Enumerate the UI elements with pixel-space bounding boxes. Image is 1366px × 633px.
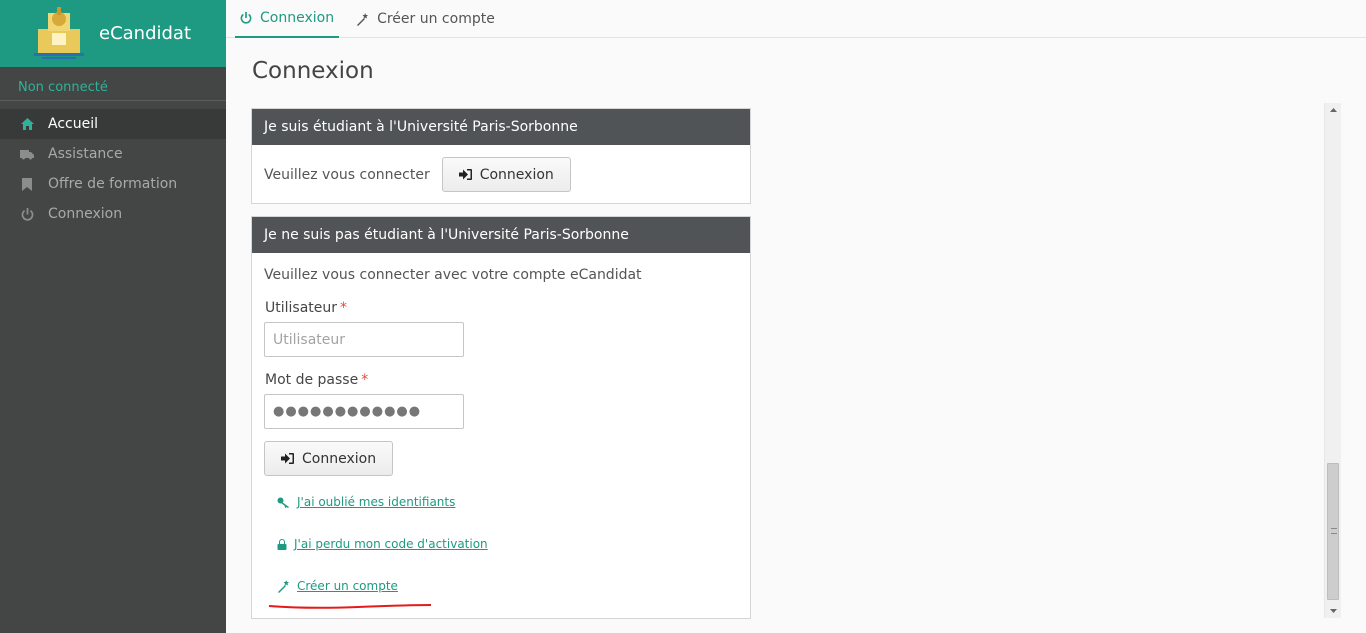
sidebar-item-label: Accueil — [48, 116, 98, 132]
required-marker: * — [340, 300, 348, 316]
link-label: J'ai oublié mes identifiants — [297, 495, 456, 509]
sidebar-item-accueil[interactable]: Accueil — [0, 109, 226, 139]
lost-activation-code-link[interactable]: J'ai perdu mon code d'activation — [277, 537, 750, 551]
red-annotation-underline — [268, 604, 432, 609]
account-connexion-button[interactable]: Connexion — [264, 441, 394, 476]
student-login-row: Veuillez vous connecter Connexion — [252, 145, 750, 204]
user-status-label: Non connecté — [18, 80, 108, 95]
username-input[interactable] — [264, 322, 464, 357]
forgot-credentials-link[interactable]: J'ai oublié mes identifiants — [277, 495, 750, 509]
account-login-intro: Veuillez vous connecter avec votre compt… — [264, 267, 642, 283]
panel-header: Je ne suis pas étudiant à l'Université P… — [252, 217, 750, 253]
scroll-down-arrow-icon[interactable] — [1325, 604, 1342, 618]
sidebar-item-label: Connexion — [48, 206, 123, 222]
sidebar-item-offre-de-formation[interactable]: Offre de formation — [0, 169, 226, 199]
home-icon — [20, 117, 34, 131]
user-status: Non connecté — [0, 67, 226, 101]
panel-header-title: Je suis étudiant à l'Université Paris-So… — [264, 119, 578, 135]
vertical-scrollbar[interactable] — [1324, 103, 1341, 618]
top-tabs: Connexion Créer un compte — [226, 0, 1366, 38]
sidebar-item-label: Assistance — [48, 146, 123, 162]
password-label: Mot de passe * — [265, 372, 750, 388]
magic-wand-icon — [277, 579, 290, 593]
page-title: Connexion — [252, 58, 374, 84]
scrollbar-grip — [1331, 528, 1337, 534]
required-marker: * — [361, 372, 369, 388]
link-label: J'ai perdu mon code d'activation — [294, 537, 488, 551]
magic-wand-icon — [356, 12, 369, 26]
sidebar-item-assistance[interactable]: Assistance — [0, 139, 226, 169]
lock-icon — [277, 538, 287, 550]
sidebar-item-connexion[interactable]: Connexion — [0, 199, 226, 229]
button-label: Connexion — [302, 450, 377, 467]
password-label-text: Mot de passe — [265, 372, 359, 388]
panel-header-title: Je ne suis pas étudiant à l'Université P… — [264, 227, 629, 243]
ambulance-icon — [20, 147, 34, 161]
account-connexion-wrap: Connexion — [264, 441, 750, 476]
tab-label: Connexion — [260, 10, 335, 26]
password-input[interactable]: ●●●●●●●●●●●● — [264, 394, 464, 429]
university-logo[interactable] — [24, 5, 94, 63]
tab-creer-un-compte[interactable]: Créer un compte — [351, 0, 500, 38]
button-label: Connexion — [479, 166, 554, 183]
sidebar-menu: Accueil Assistance Offre de formation Co… — [0, 109, 226, 229]
panel-header: Je suis étudiant à l'Université Paris-So… — [252, 109, 750, 145]
power-icon — [20, 207, 34, 221]
tab-connexion[interactable]: Connexion — [235, 0, 340, 38]
student-login-prompt: Veuillez vous connecter — [264, 166, 430, 183]
sidebar-item-label: Offre de formation — [48, 176, 178, 192]
password-group: Mot de passe * ●●●●●●●●●●●● — [252, 372, 750, 429]
app-name: eCandidat — [99, 23, 192, 44]
scrollbar-thumb[interactable] — [1327, 463, 1339, 600]
brand-header: eCandidat — [0, 0, 226, 67]
username-group: Utilisateur * — [252, 300, 750, 357]
sidebar: eCandidat Non connecté Accueil Assistanc… — [0, 0, 226, 633]
account-login-panel: Je ne suis pas étudiant à l'Université P… — [251, 216, 751, 619]
username-label-text: Utilisateur — [265, 300, 338, 316]
student-connexion-button[interactable]: Connexion — [441, 157, 571, 192]
sign-in-icon — [281, 453, 294, 464]
sign-in-icon — [458, 169, 472, 180]
scroll-up-arrow-icon[interactable] — [1325, 103, 1342, 117]
key-icon — [277, 497, 290, 508]
create-account-link[interactable]: Créer un compte — [277, 579, 750, 593]
tab-label: Créer un compte — [377, 11, 495, 27]
link-label: Créer un compte — [297, 579, 398, 593]
bookmark-icon — [20, 177, 34, 191]
username-label: Utilisateur * — [265, 300, 750, 316]
power-icon — [240, 12, 252, 24]
student-login-panel: Je suis étudiant à l'Université Paris-So… — [251, 108, 751, 204]
